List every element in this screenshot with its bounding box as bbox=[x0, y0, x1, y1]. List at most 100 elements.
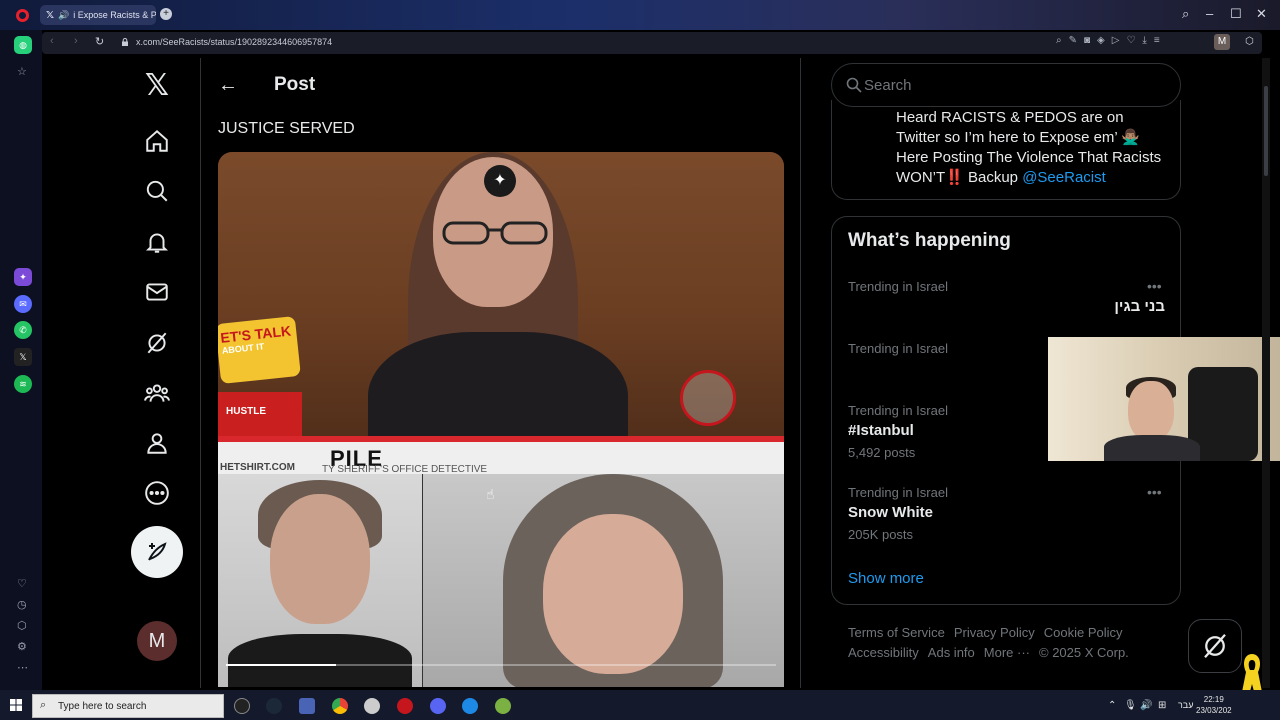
grok-icon bbox=[1204, 634, 1226, 658]
grok-sparkle-icon[interactable]: ✦ bbox=[484, 165, 516, 197]
new-tab-button[interactable]: + bbox=[160, 8, 172, 20]
reload-icon[interactable]: ↻ bbox=[95, 35, 104, 48]
menu-icon[interactable]: ≡ bbox=[1154, 35, 1160, 46]
heart-icon[interactable]: ♡ bbox=[1126, 35, 1135, 46]
messages-icon[interactable] bbox=[144, 279, 170, 305]
mugshot-shirt bbox=[228, 634, 412, 687]
close-button[interactable]: ✕ bbox=[1256, 6, 1267, 22]
app-icon[interactable] bbox=[462, 698, 478, 714]
show-more-link[interactable]: Show more bbox=[848, 570, 924, 587]
post-video[interactable]: ✦ ET'S TALK ABOUT IT HUSTLE PILE HETSHIR… bbox=[218, 152, 784, 687]
history-icon[interactable]: ◷ bbox=[17, 598, 27, 611]
back-nav-icon[interactable]: ‹ bbox=[50, 35, 54, 47]
feather-plus-icon bbox=[148, 542, 167, 561]
files-app-icon[interactable] bbox=[299, 698, 315, 714]
trend-name[interactable]: #Istanbul bbox=[848, 422, 914, 439]
more-link[interactable]: More ··· bbox=[984, 645, 1030, 660]
account-avatar[interactable]: M bbox=[137, 621, 177, 661]
column-divider bbox=[200, 58, 201, 688]
network-icon[interactable]: ⊞ bbox=[1158, 700, 1166, 711]
more-icon[interactable] bbox=[144, 480, 170, 506]
edit-icon[interactable]: ✎ bbox=[1069, 35, 1077, 46]
post-button[interactable] bbox=[131, 526, 183, 578]
video-progress-fill bbox=[226, 664, 336, 666]
hand-cursor-icon: ☝ bbox=[486, 486, 495, 502]
hustle-badge: HUSTLE bbox=[218, 392, 302, 436]
trend-more-icon[interactable]: ••• bbox=[1147, 278, 1162, 294]
ai-app-icon[interactable]: ✦ bbox=[14, 268, 32, 286]
app-icon[interactable] bbox=[495, 698, 511, 714]
accessibility-link[interactable]: Accessibility bbox=[848, 645, 919, 660]
messenger-icon[interactable]: ✉ bbox=[14, 295, 32, 313]
lock-icon bbox=[122, 38, 128, 46]
trends-title: What’s happening bbox=[848, 230, 1011, 251]
video-progress-bar[interactable] bbox=[226, 664, 776, 666]
trend-posts: 5,492 posts bbox=[848, 445, 916, 460]
box-icon[interactable]: ⬡ bbox=[17, 619, 27, 632]
clock-time: 22:19 bbox=[1203, 695, 1224, 704]
url-text[interactable]: x.com/SeeRacists/status/1902892344606957… bbox=[136, 37, 332, 47]
mugshot-face bbox=[270, 494, 370, 624]
column-divider bbox=[800, 58, 801, 688]
app-icon[interactable] bbox=[364, 698, 380, 714]
x-logo-icon[interactable]: 𝕏 bbox=[141, 70, 173, 102]
heart-sidebar-icon[interactable]: ♡ bbox=[17, 577, 27, 590]
trend-name[interactable]: Snow White bbox=[848, 504, 933, 521]
more-sidebar-icon[interactable]: ⋯ bbox=[17, 661, 28, 674]
terms-link[interactable]: Terms of Service bbox=[848, 625, 945, 640]
back-arrow-icon[interactable]: ← bbox=[218, 74, 238, 97]
ads-info-link[interactable]: Ads info bbox=[928, 645, 975, 660]
clock-date: 23/03/202 bbox=[1196, 706, 1232, 715]
browser-profile-button[interactable]: M bbox=[1214, 34, 1230, 50]
trend-more-icon[interactable]: ••• bbox=[1147, 484, 1162, 500]
whatsapp-icon[interactable]: ✆ bbox=[14, 321, 32, 339]
volume-icon[interactable]: 🔊 bbox=[1140, 700, 1152, 711]
microphone-icon[interactable]: 🎙 bbox=[1124, 700, 1137, 711]
windows-start-icon[interactable] bbox=[10, 699, 22, 711]
settings-icon[interactable]: ⚙ bbox=[17, 640, 27, 653]
star-icon[interactable]: ☆ bbox=[17, 65, 27, 78]
obs-app-icon[interactable] bbox=[234, 698, 250, 714]
home-icon[interactable] bbox=[144, 128, 170, 154]
minimize-button[interactable]: – bbox=[1206, 6, 1213, 21]
tray-chevron-icon[interactable]: ⌃ bbox=[1108, 700, 1116, 711]
tab-title: i Expose Racists & Pe bbox=[73, 10, 156, 20]
cube-icon[interactable]: ⬡ bbox=[1245, 36, 1254, 47]
zoom-icon[interactable]: ⌕ bbox=[1056, 35, 1062, 46]
taskbar-search-icon: ⌕ bbox=[40, 699, 47, 711]
scrollbar-thumb[interactable] bbox=[1264, 86, 1268, 176]
explore-icon[interactable] bbox=[144, 178, 170, 204]
trend-posts: 205K posts bbox=[848, 527, 914, 542]
no-symbol-stamp bbox=[680, 370, 736, 426]
aria-icon[interactable]: ◍ bbox=[14, 36, 32, 54]
browser-tab[interactable]: 𝕏 🔊 i Expose Racists & Pe bbox=[40, 5, 156, 25]
trend-name[interactable]: בני בגין bbox=[1114, 298, 1165, 315]
taskbar-clock[interactable]: 22:19 23/03/202 bbox=[1196, 694, 1232, 716]
opera-app-icon[interactable] bbox=[397, 698, 413, 714]
search-tabs-icon[interactable]: ⌕ bbox=[1182, 6, 1189, 22]
search-placeholder: Search bbox=[864, 77, 912, 94]
shield-icon[interactable]: ◈ bbox=[1097, 35, 1105, 46]
chrome-app-icon[interactable] bbox=[332, 698, 348, 714]
cookie-link[interactable]: Cookie Policy bbox=[1044, 625, 1123, 640]
speaker-icon[interactable]: 🔊 bbox=[58, 10, 69, 21]
forward-nav-icon[interactable]: › bbox=[74, 35, 78, 47]
steam-app-icon[interactable] bbox=[266, 698, 282, 714]
x-app-icon[interactable]: 𝕏 bbox=[14, 348, 32, 366]
streamer-face bbox=[1128, 381, 1174, 441]
footer-links: Terms of Service Privacy Policy Cookie Pol… bbox=[848, 623, 1168, 663]
maximize-button[interactable]: ☐ bbox=[1230, 6, 1242, 22]
play-icon[interactable]: ▷ bbox=[1112, 35, 1120, 46]
camera-icon[interactable]: ◙ bbox=[1084, 35, 1090, 46]
spotify-icon[interactable]: ≋ bbox=[14, 375, 32, 393]
language-indicator[interactable]: עבר bbox=[1178, 700, 1193, 710]
download-icon[interactable]: ⤓ bbox=[1142, 35, 1146, 46]
privacy-link[interactable]: Privacy Policy bbox=[954, 625, 1035, 640]
notifications-icon[interactable] bbox=[144, 229, 170, 255]
communities-icon[interactable] bbox=[144, 380, 170, 406]
grok-icon[interactable] bbox=[144, 330, 170, 356]
discord-app-icon[interactable] bbox=[430, 698, 446, 714]
opera-logo-icon[interactable] bbox=[16, 9, 29, 22]
profile-icon[interactable] bbox=[144, 430, 170, 456]
bio-mention-link[interactable]: @SeeRacist bbox=[1022, 169, 1106, 186]
